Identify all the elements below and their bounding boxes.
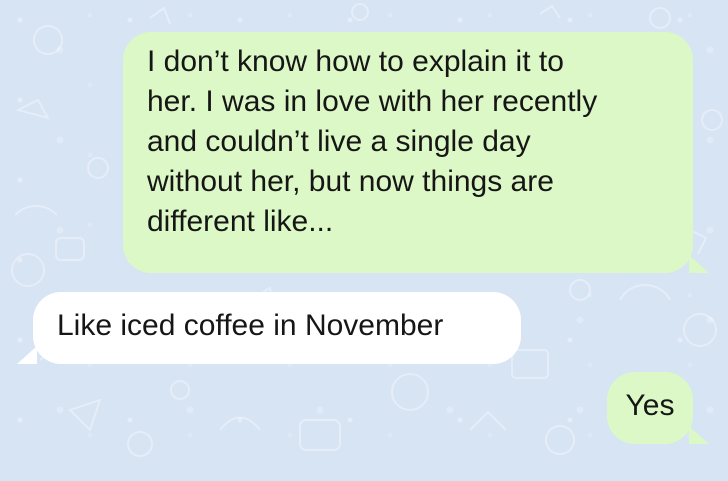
message-text-line: her. I was in love with her recently <box>147 85 598 118</box>
message-text-line: without her, but now things are <box>147 165 554 198</box>
message-text-line: I don’t know how to explain it to <box>147 45 564 78</box>
message-bubble-outgoing[interactable]: I don’t know how to explain it to her. I… <box>123 32 709 273</box>
message-bubble-outgoing[interactable]: Yes <box>607 372 709 444</box>
bubble-tail <box>689 255 709 273</box>
bubble-tail <box>689 426 709 444</box>
message-text: Like iced coffee in November <box>57 309 444 342</box>
message-text-line: different like... <box>147 205 334 238</box>
message-bubble-incoming[interactable]: Like iced coffee in November <box>17 292 521 364</box>
message-text-line: and couldn’t live a single day <box>147 125 531 158</box>
bubble-tail <box>17 346 37 364</box>
message-text: Yes <box>625 389 675 422</box>
